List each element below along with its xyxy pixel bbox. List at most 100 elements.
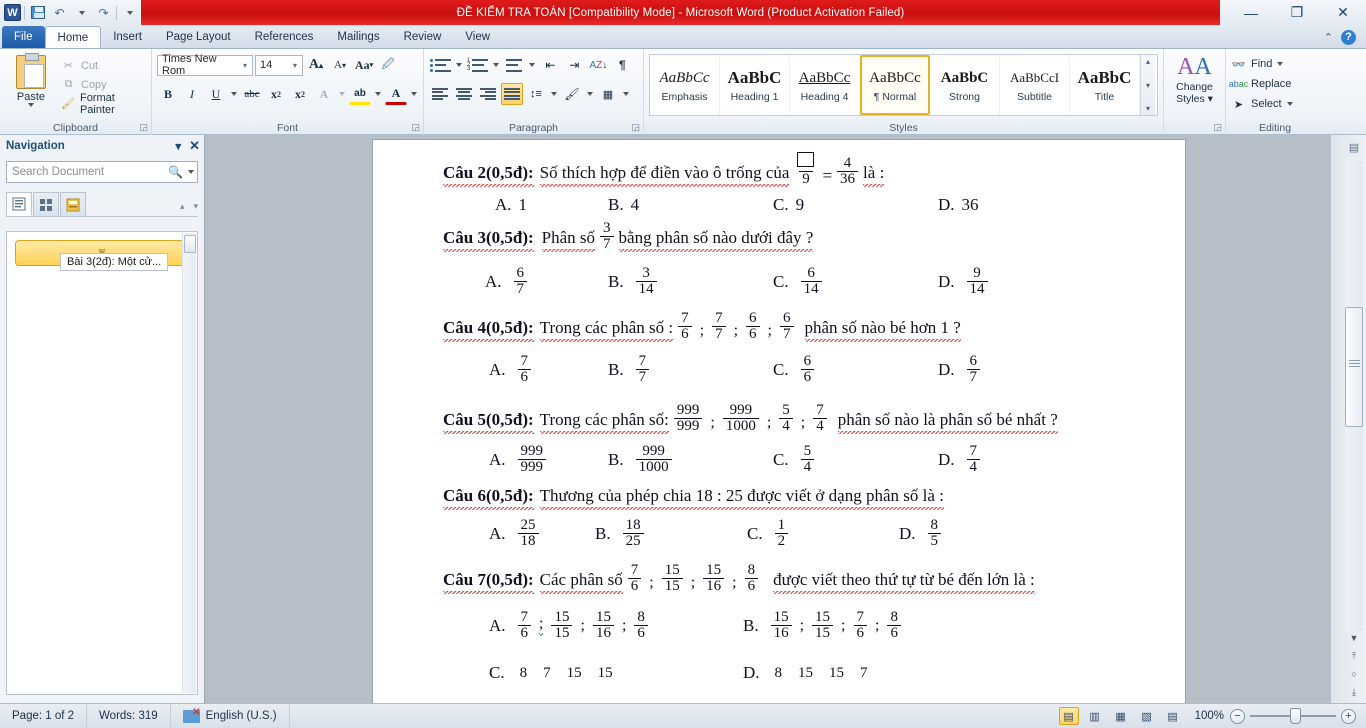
zoom-track[interactable] <box>1250 708 1336 724</box>
style-title[interactable]: AaBbC Title <box>1070 55 1140 115</box>
outline-view-button[interactable]: ▧ <box>1137 707 1157 725</box>
subscript-button[interactable]: x2 <box>265 83 287 105</box>
tab-page-layout[interactable]: Page Layout <box>154 26 243 48</box>
draft-view-button[interactable]: ▤ <box>1163 707 1183 725</box>
navigation-close-icon[interactable]: ✕ <box>189 138 200 154</box>
styles-gallery[interactable]: AaBbCc Emphasis AaBbC Heading 1 AaBbCc H… <box>649 54 1158 116</box>
restore-button[interactable]: ❐ <box>1274 0 1320 25</box>
proofing-status[interactable]: English (U.S.) <box>171 703 290 728</box>
help-icon[interactable]: ? <box>1341 29 1356 45</box>
highlight-color-icon[interactable]: ab <box>349 83 371 105</box>
word-count[interactable]: Words: 319 <box>87 703 171 728</box>
document-vertical-scrollbar[interactable]: ▤ ▲ ▼ ⤒ ○ ⤓ <box>1330 135 1366 703</box>
line-spacing-dropdown-icon[interactable] <box>549 83 559 105</box>
borders-icon[interactable]: ▦ <box>597 83 619 105</box>
document-page[interactable]: Câu 2(0,5đ): Số thích hợp để điền vào ô … <box>372 139 1186 703</box>
paste-dropdown-icon[interactable] <box>28 103 34 107</box>
find-dropdown-icon[interactable] <box>1277 62 1284 66</box>
close-button[interactable]: ✕ <box>1320 0 1366 25</box>
styles-more-icon[interactable]: ▾ <box>1146 104 1150 113</box>
next-page-icon[interactable]: ⤓ <box>1345 683 1363 701</box>
change-styles-dialog-launcher[interactable]: ◲ <box>1213 122 1222 133</box>
increase-indent-icon[interactable]: ⇥ <box>563 54 585 76</box>
font-color-icon[interactable]: A <box>385 83 407 105</box>
web-layout-view-button[interactable]: ▦ <box>1111 707 1131 725</box>
shading-icon[interactable]: 🖌 <box>561 83 583 105</box>
zoom-thumb[interactable] <box>1290 708 1301 724</box>
bold-button[interactable]: B <box>157 83 179 105</box>
text-effects-dropdown-icon[interactable] <box>337 83 347 105</box>
zoom-slider[interactable]: − + <box>1230 708 1356 724</box>
zoom-level[interactable]: 100% <box>1195 710 1224 722</box>
save-icon[interactable] <box>28 3 47 22</box>
browse-headings-tab[interactable] <box>6 192 32 216</box>
align-right-icon[interactable] <box>477 83 499 105</box>
page-indicator[interactable]: Page: 1 of 2 <box>0 703 88 728</box>
style-normal[interactable]: AaBbCc ¶ Normal <box>860 55 930 115</box>
search-icon[interactable]: 🔍 <box>168 165 183 179</box>
chevron-down-icon[interactable]: ▾ <box>290 61 300 70</box>
change-styles-button[interactable]: AA Change Styles ▾ ◲ <box>1164 49 1226 135</box>
numbering-icon[interactable]: 123 <box>466 54 489 76</box>
italic-button[interactable]: I <box>181 83 203 105</box>
styles-scroll-down-icon[interactable]: ▾ <box>1146 81 1150 90</box>
grow-font-icon[interactable]: A ▴ <box>305 54 327 76</box>
navigation-scroll-thumb[interactable] <box>184 235 196 253</box>
style-subtitle[interactable]: AaBbCcI Subtitle <box>1000 55 1070 115</box>
undo-dropdown-icon[interactable] <box>72 3 91 22</box>
quick-access-toolbar[interactable]: W ↶ ↷ <box>0 0 139 25</box>
styles-scroll-up-icon[interactable]: ▴ <box>1146 57 1150 66</box>
search-input[interactable]: Search Document 🔍 <box>6 161 198 183</box>
redo-icon[interactable]: ↷ <box>94 3 113 22</box>
browse-pages-tab[interactable] <box>33 192 59 216</box>
shrink-font-icon[interactable]: A ▾ <box>329 54 351 76</box>
tab-file[interactable]: File <box>2 26 45 48</box>
strikethrough-button[interactable]: abc <box>241 83 263 105</box>
tab-view[interactable]: View <box>453 26 502 48</box>
highlight-dropdown-icon[interactable] <box>373 83 383 105</box>
multilevel-list-icon[interactable] <box>503 54 525 76</box>
borders-dropdown-icon[interactable] <box>621 83 631 105</box>
bullets-dropdown-icon[interactable] <box>454 54 464 76</box>
font-name-combo[interactable]: Times New Rom ▾ <box>157 53 253 77</box>
document-canvas[interactable]: Câu 2(0,5đ): Số thích hợp để điền vào ô … <box>206 135 1330 703</box>
clipboard-dialog-launcher[interactable]: ◲ <box>139 122 148 133</box>
tab-insert[interactable]: Insert <box>101 26 154 48</box>
replace-button[interactable]: ab ac Replace <box>1229 74 1319 94</box>
align-left-icon[interactable] <box>429 83 451 105</box>
browse-results-tab[interactable] <box>60 192 86 216</box>
select-dropdown-icon[interactable] <box>1286 102 1293 106</box>
print-layout-view-button[interactable]: ▤ <box>1058 707 1079 725</box>
scroll-down-icon[interactable]: ▼ <box>1345 629 1363 647</box>
style-emphasis[interactable]: AaBbCc Emphasis <box>650 55 720 115</box>
tab-review[interactable]: Review <box>392 26 454 48</box>
scroll-thumb[interactable] <box>1345 307 1363 427</box>
font-color-dropdown-icon[interactable] <box>409 83 419 105</box>
split-window-icon[interactable]: ▤ <box>1345 137 1363 157</box>
font-size-combo[interactable]: 14 ▾ <box>255 54 303 76</box>
cut-button[interactable]: ✂ Cut <box>57 56 146 75</box>
font-dialog-launcher[interactable]: ◲ <box>411 122 420 133</box>
superscript-button[interactable]: x2 <box>289 83 311 105</box>
zoom-out-button[interactable]: − <box>1230 708 1245 724</box>
underline-button[interactable]: U <box>205 83 227 105</box>
styles-scrollbar[interactable]: ▴ ▾ ▾ <box>1140 55 1155 115</box>
word-logo-icon[interactable]: W <box>4 4 21 21</box>
justify-icon[interactable] <box>501 83 523 105</box>
customize-quick-access-icon[interactable] <box>120 3 139 22</box>
clear-formatting-icon[interactable]: 🖉 <box>377 54 399 76</box>
sort-icon[interactable]: A Z ↓ <box>587 54 609 76</box>
tab-mailings[interactable]: Mailings <box>325 26 391 48</box>
line-spacing-icon[interactable]: ↕≡ <box>525 83 547 105</box>
underline-dropdown-icon[interactable] <box>229 83 239 105</box>
navigation-dropdown-icon[interactable]: ▾ <box>175 139 181 153</box>
style-heading-1[interactable]: AaBbC Heading 1 <box>720 55 790 115</box>
chevron-down-icon[interactable]: ▾ <box>240 61 250 70</box>
tab-home[interactable]: Home <box>44 26 102 48</box>
text-effects-icon[interactable]: A <box>313 83 335 105</box>
align-center-icon[interactable] <box>453 83 475 105</box>
numbering-dropdown-icon[interactable] <box>491 54 501 76</box>
decrease-indent-icon[interactable]: ⇤ <box>539 54 561 76</box>
zoom-in-button[interactable]: + <box>1341 708 1356 724</box>
shading-dropdown-icon[interactable] <box>585 83 595 105</box>
